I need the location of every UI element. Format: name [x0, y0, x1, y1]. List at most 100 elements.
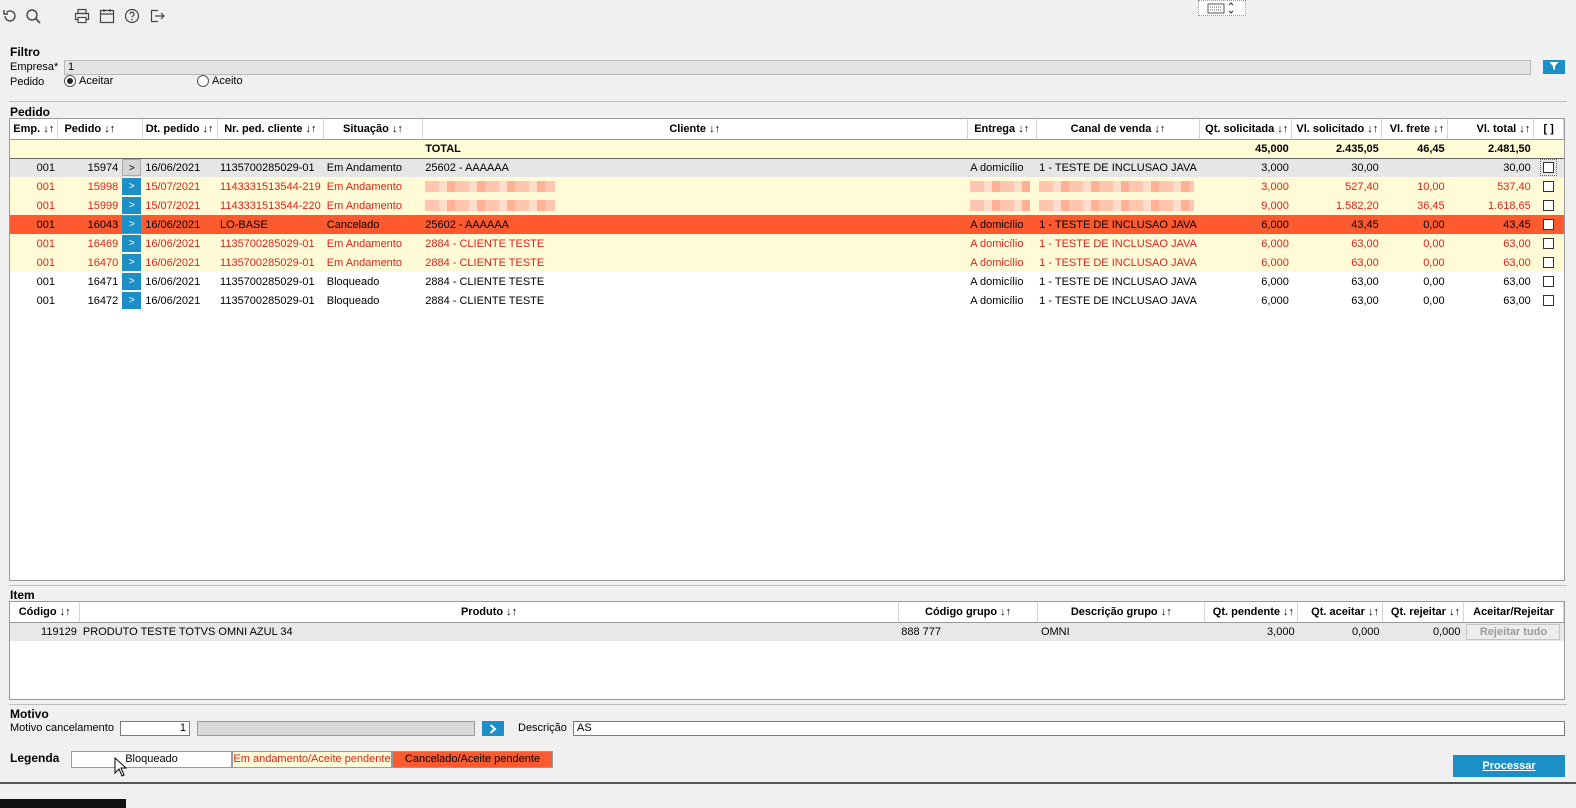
col-cliente[interactable]: Cliente ↓↑	[422, 119, 968, 140]
col-vl-solicitado[interactable]: Vl. solicitado ↓↑	[1291, 119, 1383, 140]
col-vl-frete[interactable]: Vl. frete ↓↑	[1381, 119, 1449, 140]
col-codigo[interactable]: Código ↓↑	[10, 602, 81, 623]
radio-aceito-dot[interactable]	[197, 75, 209, 87]
pedido-qt: 6,000	[1199, 291, 1292, 310]
pedido-nr-cliente: 1143331513544-219	[217, 177, 324, 196]
col-nr-ped-cliente[interactable]: Nr. ped. cliente ↓↑	[217, 119, 325, 140]
calendar-icon[interactable]	[97, 6, 117, 26]
pedido-nr-cliente: 1135700285029-01	[217, 253, 324, 272]
motivo-lookup-button[interactable]	[482, 721, 504, 736]
refresh-icon[interactable]	[0, 6, 20, 26]
open-pedido-button[interactable]: >	[122, 273, 142, 290]
col-entrega[interactable]: Entrega ↓↑	[967, 119, 1037, 140]
col-qt-rejeitar[interactable]: Qt. rejeitar ↓↑	[1382, 602, 1464, 623]
pedido-numero: 15998	[57, 177, 122, 196]
col-select-all[interactable]: [ ]	[1533, 119, 1564, 140]
radio-aceitar[interactable]: Aceitar	[64, 75, 113, 87]
col-codigo-grupo[interactable]: Código grupo ↓↑	[898, 602, 1039, 623]
keyboard-icon[interactable]	[1198, 0, 1246, 16]
col-qt-pendente[interactable]: Qt. pendente ↓↑	[1204, 602, 1299, 623]
pedido-row[interactable]: 001 15974 >16/06/2021 1135700285029-01 Em An…	[10, 158, 1564, 177]
row-checkbox[interactable]	[1543, 219, 1555, 231]
pedido-qt: 6,000	[1199, 215, 1292, 234]
col-emp[interactable]: Emp. ↓↑	[10, 119, 59, 140]
col-pedido[interactable]: Pedido ↓↑	[57, 119, 143, 140]
open-pedido-button[interactable]: >	[122, 254, 142, 271]
radio-aceito-label: Aceito	[212, 75, 243, 87]
pedido-vl-frete: 36,45	[1381, 196, 1448, 215]
open-pedido-button[interactable]: >	[122, 292, 142, 309]
pedido-entrega: A domicílio	[967, 158, 1037, 177]
processar-button[interactable]: Processar	[1453, 755, 1565, 777]
row-checkbox[interactable]	[1540, 159, 1558, 177]
radio-aceito[interactable]: Aceito	[197, 75, 243, 87]
item-qt-rejeitar[interactable]: 0,000	[1382, 622, 1464, 641]
row-checkbox[interactable]	[1543, 181, 1555, 193]
col-qt-solicitada[interactable]: Qt. solicitada ↓↑	[1199, 119, 1293, 140]
row-checkbox[interactable]	[1543, 200, 1555, 212]
col-produto[interactable]: Produto ↓↑	[79, 602, 899, 623]
pedido-vl-frete: 0,00	[1381, 291, 1448, 310]
pedido-row[interactable]: 001 16043 >16/06/2021 LO-BASE Cancelado 25602…	[10, 215, 1564, 234]
pedido-title: Pedido	[10, 105, 51, 119]
motivo-descricao-readonly	[197, 721, 475, 736]
item-header-row: Código ↓↑ Produto ↓↑ Código grupo ↓↑ Des…	[10, 602, 1564, 623]
pedido-table: Emp. ↓↑ Pedido ↓↑ Dt. pedido ↓↑ Nr. ped.…	[10, 119, 1564, 310]
col-situacao[interactable]: Situação ↓↑	[323, 119, 423, 140]
pedido-row[interactable]: 001 16471 >16/06/2021 1135700285029-01 Bloqu…	[10, 272, 1564, 291]
col-qt-aceitar[interactable]: Qt. aceitar ↓↑	[1297, 602, 1383, 623]
open-pedido-button[interactable]: >	[122, 197, 142, 214]
print-icon[interactable]	[72, 6, 92, 26]
help-icon[interactable]	[122, 6, 142, 26]
search-icon[interactable]	[23, 6, 43, 26]
exit-icon[interactable]	[147, 6, 167, 26]
motivo-cancelamento-input[interactable]: 1	[120, 721, 190, 736]
pedido-cliente	[422, 177, 968, 196]
descricao-input[interactable]: AS	[573, 721, 1565, 736]
pedido-vl-total: 63,00	[1447, 253, 1534, 272]
total-vl-frete: 46,45	[1381, 139, 1448, 159]
radio-aceitar-dot[interactable]	[64, 75, 76, 87]
pedido-cliente: 2884 - CLIENTE TESTE	[422, 272, 968, 291]
motivo-cancelamento-label: Motivo cancelamento	[10, 722, 114, 734]
pedido-vl-total: 537,40	[1447, 177, 1534, 196]
pedido-row[interactable]: 001 16469 >16/06/2021 1135700285029-01 Em An…	[10, 234, 1564, 253]
legenda-title: Legenda	[10, 751, 60, 765]
pedido-nr-cliente: LO-BASE	[217, 215, 324, 234]
pedido-row[interactable]: 001 16472 >16/06/2021 1135700285029-01 Bloqu…	[10, 291, 1564, 310]
pedido-canal	[1036, 177, 1200, 196]
col-descricao-grupo[interactable]: Descrição grupo ↓↑	[1037, 602, 1206, 623]
pedido-row[interactable]: 001 16470 >16/06/2021 1135700285029-01 Em An…	[10, 253, 1564, 272]
pedido-row[interactable]: 001 15999 >15/07/2021 1143331513544-220 Em A…	[10, 196, 1564, 215]
item-row[interactable]: 119129 PRODUTO TESTE TOTVS OMNI AZUL 34 …	[10, 622, 1564, 641]
pedido-row[interactable]: 001 15998 >15/07/2021 1143331513544-219 Em A…	[10, 177, 1564, 196]
empresa-input[interactable]: 1	[64, 60, 1531, 75]
item-produto: PRODUTO TESTE TOTVS OMNI AZUL 34	[79, 622, 899, 641]
pedido-canal: 1 - TESTE DE INCLUSAO JAVA	[1036, 215, 1200, 234]
col-canal-venda[interactable]: Canal de venda ↓↑	[1036, 119, 1201, 140]
open-pedido-button[interactable]: >	[122, 216, 142, 233]
item-qt-aceitar[interactable]: 0,000	[1297, 622, 1383, 641]
pedido-cliente: 25602 - AAAAAA	[422, 215, 968, 234]
row-checkbox[interactable]	[1543, 295, 1555, 307]
item-qt-pendente: 3,000	[1204, 622, 1298, 641]
row-checkbox[interactable]	[1543, 257, 1555, 269]
pedido-vl-frete	[1381, 158, 1448, 177]
row-checkbox[interactable]	[1543, 238, 1555, 250]
pedido-numero: 16471	[57, 272, 122, 291]
toolbar	[0, 0, 1576, 32]
col-vl-total[interactable]: Vl. total ↓↑	[1447, 119, 1535, 140]
open-pedido-button[interactable]: >	[122, 159, 142, 177]
pedido-cliente: 25602 - AAAAAA	[422, 158, 968, 177]
open-pedido-button[interactable]: >	[122, 235, 142, 252]
filter-button[interactable]	[1543, 60, 1565, 74]
pedido-vl-frete: 0,00	[1381, 272, 1448, 291]
pedido-qt: 3,000	[1199, 158, 1292, 177]
pedido-vl-solicitado: 63,00	[1291, 291, 1382, 310]
row-checkbox[interactable]	[1543, 276, 1555, 288]
col-dt-pedido[interactable]: Dt. pedido ↓↑	[142, 119, 218, 140]
open-pedido-button[interactable]: >	[122, 178, 142, 195]
reject-all-button[interactable]: Rejeitar tudo	[1466, 623, 1561, 640]
pedido-vl-total: 1.618,65	[1447, 196, 1534, 215]
pedido-numero: 15999	[57, 196, 122, 215]
